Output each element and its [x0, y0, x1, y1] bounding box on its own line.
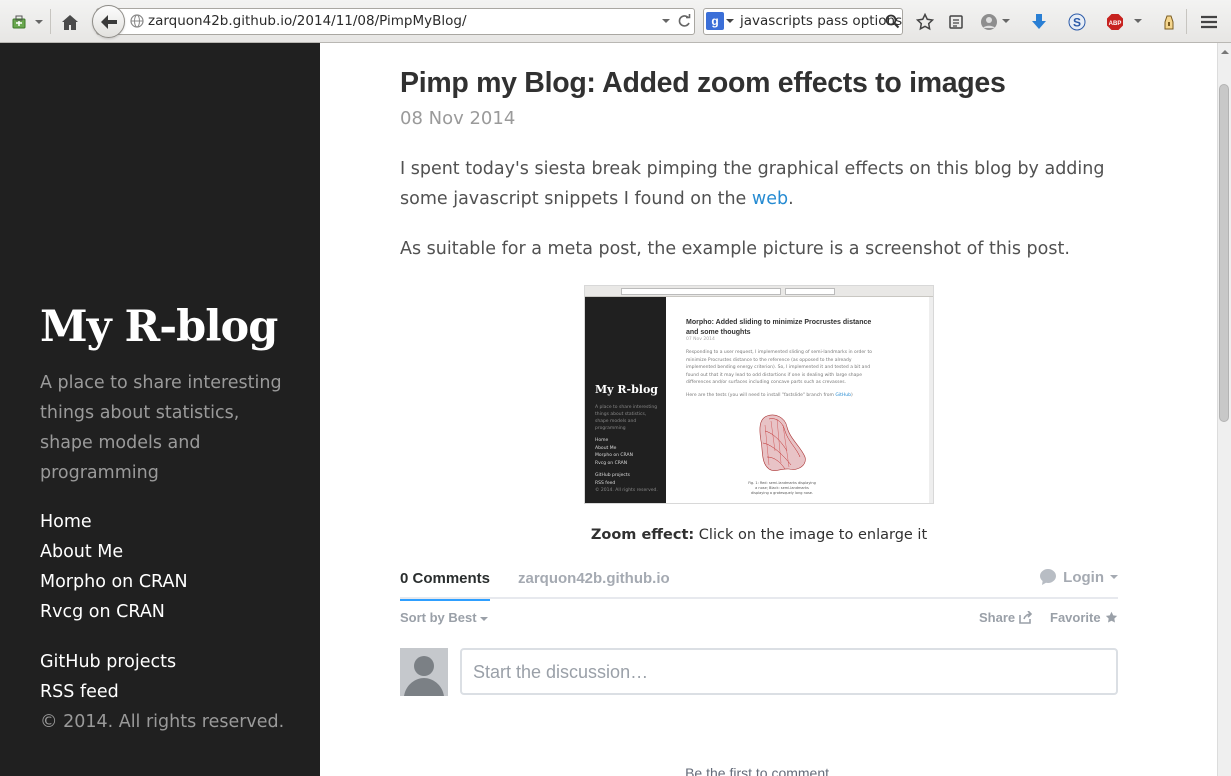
user-avatar	[400, 648, 448, 696]
thumb-copyright: © 2014. All rights reserved.	[595, 488, 658, 493]
image-caption: Zoom effect: Click on the image to enlar…	[400, 527, 1118, 543]
caption-label: Zoom effect:	[590, 527, 695, 543]
thumb-post-text-2-a: Here are the tests (you will need to ins…	[686, 393, 836, 398]
post-date: 08 Nov 2014	[400, 108, 516, 129]
comments-count-tab[interactable]: 0 Comments	[400, 570, 491, 601]
thumb-nav-5: GitHub projects	[595, 473, 630, 478]
default-avatar-icon	[400, 648, 448, 696]
blog-title[interactable]: My R-blog	[40, 302, 278, 352]
thumb-post-text: Responding to a user request, I implemen…	[686, 350, 872, 385]
post-paragraph-1-end: .	[788, 189, 794, 209]
back-button[interactable]	[92, 5, 125, 38]
community-tab[interactable]: zarquon42b.github.io	[518, 570, 670, 587]
menu-icon[interactable]	[1198, 11, 1220, 33]
thumb-figure-caption: Fig. 1: Red: semi-landmarks displaying a…	[748, 481, 816, 495]
web-link[interactable]: web	[752, 189, 788, 209]
globe-icon	[130, 14, 144, 28]
thumb-nav-6: RSS feed	[595, 480, 616, 486]
sidebar-nav-secondary: GitHub projects RSS feed	[40, 647, 176, 707]
google-g-icon[interactable]: g	[706, 12, 724, 30]
thumb-post-title: Morpho: Added sliding to minimize Procru…	[686, 319, 872, 336]
sidebar-link-about-me[interactable]: About Me	[40, 537, 188, 567]
login-label: Login	[1063, 568, 1104, 586]
post-paragraph-2: As suitable for a meta post, the example…	[400, 239, 1070, 259]
sidebar-link-home[interactable]: Home	[40, 507, 188, 537]
caption-text: Click on the image to enlarge it	[694, 527, 928, 543]
svg-text:ABP: ABP	[1109, 21, 1122, 27]
search-icon[interactable]	[883, 12, 901, 30]
star-icon	[1105, 611, 1117, 623]
reading-list-icon[interactable]	[945, 11, 967, 33]
url-dropdown-icon[interactable]	[660, 15, 672, 27]
reload-icon[interactable]	[676, 13, 692, 29]
favorite-button[interactable]: Favorite	[1050, 610, 1118, 625]
sidebar-nav: Home About Me Morpho on CRAN Rvcg on CRA…	[40, 507, 188, 627]
thumb-browser-bar	[585, 286, 933, 297]
chevron-down-icon	[1110, 575, 1118, 579]
sidebar-link-rss[interactable]: RSS feed	[40, 677, 176, 707]
chevron-down-icon[interactable]	[32, 14, 46, 30]
thumb-nose-figure	[759, 414, 806, 471]
sidebar-link-morpho[interactable]: Morpho on CRAN	[40, 567, 188, 597]
thumb-url-bar	[621, 288, 781, 295]
adblock-plus-icon[interactable]: ABP	[1104, 11, 1126, 33]
thumb-post-text-2: Here are the tests (you will need to ins…	[686, 392, 876, 400]
privacy-badger-icon[interactable]	[1158, 11, 1180, 33]
thumb-tagline-4: programming	[595, 426, 626, 431]
thumb-nav-2: About Me	[595, 445, 617, 451]
share-label: Share	[979, 610, 1016, 625]
persona-avatar-icon[interactable]	[978, 11, 1000, 33]
scroll-up-icon[interactable]	[1218, 46, 1231, 58]
thumb-scrollbar	[929, 297, 933, 503]
search-engine-dropdown-icon[interactable]	[724, 15, 736, 27]
url-text[interactable]: zarquon42b.github.io/2014/11/08/PimpMyBl…	[148, 13, 467, 29]
share-button[interactable]: Share	[979, 610, 1033, 625]
speech-bubble-icon	[1040, 569, 1057, 585]
disqus-nav: 0 Comments zarquon42b.github.io Login	[400, 566, 1118, 601]
browser-toolbar: zarquon42b.github.io/2014/11/08/PimpMyBl…	[0, 0, 1231, 43]
post-screenshot-image[interactable]: My R-blog A place to share interesting t…	[584, 285, 934, 504]
thumb-github-link: GitHub	[835, 393, 851, 398]
copyright: © 2014. All rights reserved.	[40, 712, 285, 732]
sidebar-link-rvcg[interactable]: Rvcg on CRAN	[40, 597, 188, 627]
bookmark-star-icon[interactable]	[914, 11, 936, 33]
chevron-down-icon	[480, 617, 489, 621]
back-arrow-icon	[100, 14, 117, 29]
share-icon	[1019, 611, 1033, 624]
svg-text:S: S	[1073, 16, 1081, 30]
thumb-nav-4: Rvcg on CRAN	[595, 460, 628, 466]
thumb-post-text-2-b: )	[850, 393, 853, 398]
thumb-nav-3: Morpho on CRAN	[595, 453, 633, 458]
post-title: Pimp my Blog: Added zoom effects to imag…	[400, 67, 1006, 99]
comment-input[interactable]: Start the discussion…	[460, 648, 1118, 695]
thumb-blog-title: My R-blog	[595, 383, 659, 396]
favorite-label: Favorite	[1050, 610, 1101, 625]
first-comment-note: Be the first to comment.	[685, 765, 833, 776]
chevron-down-icon[interactable]	[1000, 15, 1012, 27]
scrollbar-thumb[interactable]	[1219, 84, 1229, 422]
thumb-nav-1: Home	[595, 438, 609, 443]
stumbleupon-icon[interactable]: S	[1066, 11, 1088, 33]
thumb-post-date: 07 Nov 2014	[686, 337, 715, 342]
sidebar-link-github[interactable]: GitHub projects	[40, 647, 176, 677]
tab-groups-icon[interactable]	[8, 12, 30, 32]
sort-dropdown[interactable]: Sort by Best	[400, 610, 489, 625]
download-icon[interactable]	[1028, 11, 1050, 33]
sort-label: Sort by Best	[400, 610, 477, 625]
post-paragraph-1: I spent today's siesta break pimping the…	[400, 154, 1120, 214]
thumb-search-bar	[785, 288, 835, 295]
home-icon[interactable]	[58, 10, 82, 34]
chevron-down-icon[interactable]	[1132, 15, 1144, 27]
login-button[interactable]: Login	[1039, 568, 1118, 586]
blog-tagline: A place to share interesting things abou…	[40, 373, 282, 483]
search-input[interactable]: javascripts pass options	[740, 13, 902, 29]
